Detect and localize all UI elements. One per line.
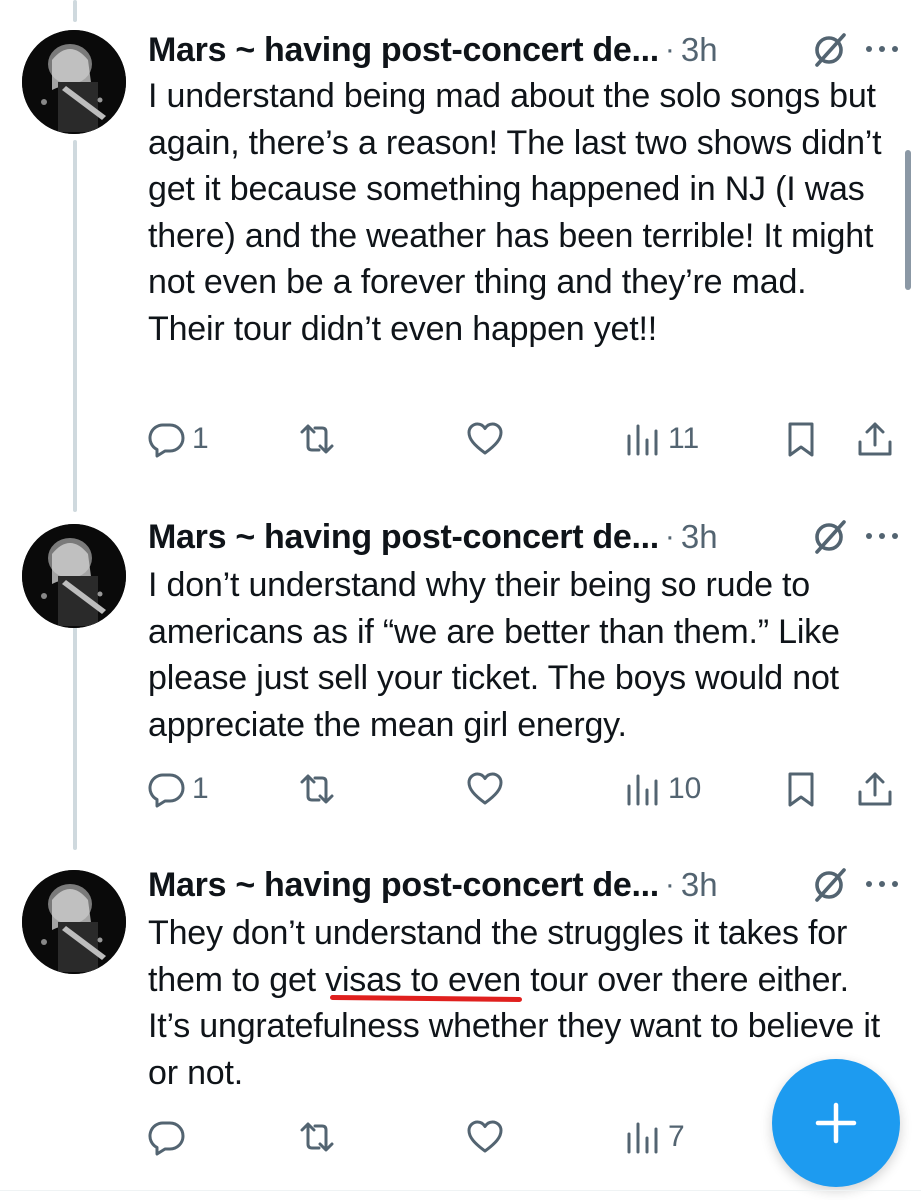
avatar[interactable] [22, 30, 126, 134]
author-name[interactable]: Mars ~ having post-concert de... [148, 518, 659, 557]
bookmark-icon [788, 772, 814, 807]
thread-line-2 [73, 612, 77, 850]
divider [0, 1190, 921, 1191]
separator: · [664, 520, 675, 553]
compose-button[interactable] [772, 1059, 900, 1187]
tweet-header: Mars ~ having post-concert de... · 3h [148, 512, 898, 562]
tweet-text: I don’t understand why their being so ru… [148, 566, 840, 744]
views-icon [627, 1122, 658, 1154]
bookmark-button[interactable] [782, 767, 820, 811]
thread-line-1 [73, 140, 77, 512]
bookmark-button[interactable] [782, 417, 820, 461]
tweet-header: Mars ~ having post-concert de... · 3h [148, 25, 898, 75]
reply-count: 1 [192, 422, 209, 455]
avatar[interactable] [22, 524, 126, 628]
share-icon [858, 772, 892, 806]
share-icon [858, 422, 892, 456]
author-name[interactable]: Mars ~ having post-concert de... [148, 866, 659, 905]
heart-icon [467, 772, 503, 805]
like-button[interactable] [466, 1115, 504, 1159]
timestamp[interactable]: 3h [681, 31, 718, 69]
reply-icon [148, 423, 185, 458]
timestamp[interactable]: 3h [681, 518, 718, 556]
reply-count: 1 [192, 772, 209, 805]
avatar-image [22, 30, 126, 134]
timestamp[interactable]: 3h [681, 866, 718, 904]
grok-icon[interactable] [808, 29, 850, 71]
separator: · [664, 868, 675, 901]
grok-icon[interactable] [808, 516, 850, 558]
views-button[interactable]: 7 [624, 1115, 685, 1159]
share-button[interactable] [856, 767, 894, 811]
grok-icon[interactable] [808, 864, 850, 906]
thread-line-top [73, 0, 77, 22]
retweet-button[interactable] [298, 1115, 336, 1159]
reply-button[interactable]: 1 [148, 417, 209, 461]
views-count: 7 [668, 1120, 685, 1153]
views-button[interactable]: 11 [624, 417, 699, 461]
views-button[interactable]: 10 [624, 767, 701, 811]
tweet-feed: Mars ~ having post-concert de... · 3h I … [0, 0, 921, 1200]
avatar-image [22, 870, 126, 974]
views-count: 10 [668, 772, 702, 805]
views-icon [627, 774, 658, 806]
reply-button[interactable] [148, 1115, 192, 1159]
like-button[interactable] [466, 767, 504, 811]
more-icon[interactable] [862, 528, 902, 544]
separator: · [664, 33, 675, 66]
views-count: 11 [668, 422, 700, 455]
reply-button[interactable]: 1 [148, 767, 209, 811]
avatar-image [22, 524, 126, 628]
tweet-header: Mars ~ having post-concert de... · 3h [148, 860, 898, 910]
avatar[interactable] [22, 870, 126, 974]
bookmark-icon [788, 422, 814, 457]
tweet-actions: 1 10 [148, 767, 908, 811]
tweet-actions: 1 11 [148, 417, 908, 461]
retweet-icon [300, 774, 334, 804]
scrollbar[interactable] [905, 150, 911, 290]
reply-icon [148, 773, 185, 808]
heart-icon [467, 1120, 503, 1153]
plus-icon [815, 1102, 857, 1144]
share-button[interactable] [856, 417, 894, 461]
retweet-button[interactable] [298, 767, 336, 811]
views-icon [627, 424, 658, 456]
retweet-button[interactable] [298, 417, 336, 461]
retweet-icon [300, 424, 334, 454]
heart-icon [467, 422, 503, 455]
more-icon[interactable] [862, 41, 902, 57]
author-name[interactable]: Mars ~ having post-concert de... [148, 31, 659, 70]
tweet-text: I understand being mad about the solo so… [148, 77, 882, 348]
retweet-icon [300, 1122, 334, 1152]
like-button[interactable] [466, 417, 504, 461]
tweet-text: They don’t understand the struggles it t… [148, 914, 880, 1092]
reply-icon [148, 1121, 185, 1156]
more-icon[interactable] [862, 876, 902, 892]
